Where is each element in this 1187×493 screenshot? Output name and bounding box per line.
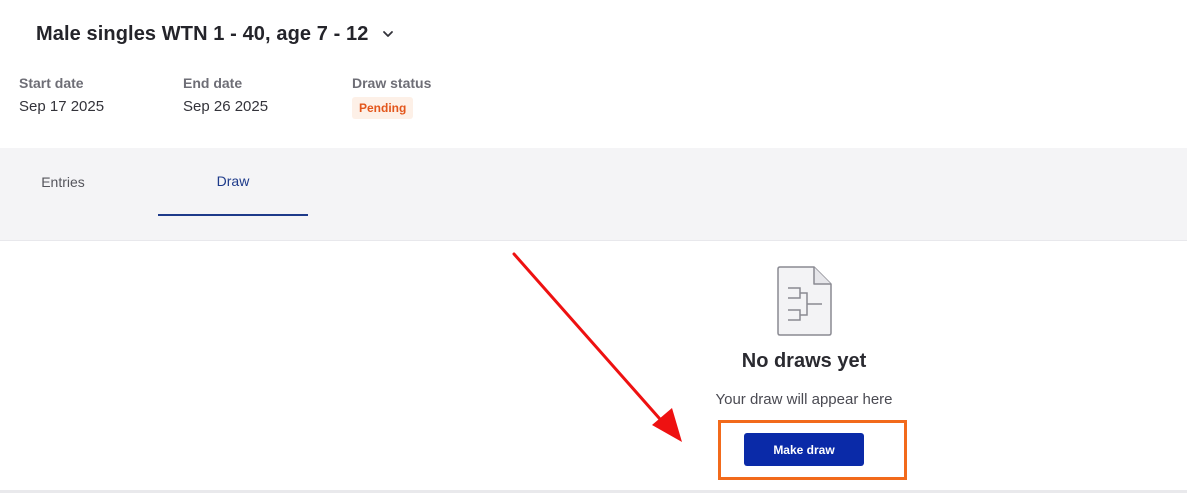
make-draw-button[interactable]: Make draw — [744, 433, 864, 466]
empty-state-subtitle: Your draw will appear here — [715, 391, 893, 408]
draw-status-label: Draw status — [352, 75, 432, 91]
end-date-label: End date — [183, 75, 243, 91]
tabs-bar: Entries Draw — [0, 148, 1187, 241]
end-date: End date Sep 26 2025 — [183, 75, 268, 115]
event-title: Male singles WTN 1 - 40, age 7 - 12 — [36, 22, 369, 45]
start-date: Start date Sep 17 2025 — [19, 75, 104, 115]
start-date-label: Start date — [19, 75, 84, 91]
tab-entries[interactable]: Entries — [0, 148, 138, 216]
page: Male singles WTN 1 - 40, age 7 - 12 Star… — [0, 0, 1187, 493]
draw-status: Draw status Pending — [352, 75, 431, 119]
bracket-document-icon — [777, 266, 832, 336]
end-date-value: Sep 26 2025 — [183, 98, 269, 115]
event-selector[interactable]: Male singles WTN 1 - 40, age 7 - 12 — [36, 20, 395, 48]
empty-state-title: No draws yet — [741, 350, 867, 372]
status-badge: Pending — [352, 97, 414, 119]
tab-draw[interactable]: Draw — [158, 148, 308, 216]
event-header: Male singles WTN 1 - 40, age 7 - 12 Star… — [0, 0, 1187, 148]
chevron-down-icon[interactable] — [381, 27, 395, 41]
start-date-value: Sep 17 2025 — [19, 98, 105, 115]
